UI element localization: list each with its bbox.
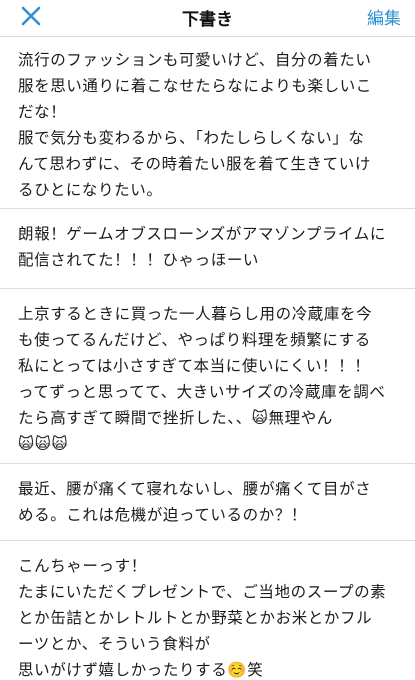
draft-item[interactable]: 上京するときに買った一人暮らし用の冷蔵庫を今 も使ってるんだけど、やっぱり料理を… [0,289,415,464]
drafts-screen: 下書き 編集 流行のファッションも可愛いけど、自分の着たい 服を思い通りに着こな… [0,0,415,680]
edit-button[interactable]: 編集 [367,4,401,29]
draft-item[interactable]: 最近、腰が痛くて寝れないし、腰が痛くて目がさ める。これは危機が迫っているのか？… [0,464,415,541]
navigation-bar: 下書き 編集 [0,0,415,37]
draft-item[interactable]: 朗報！ゲームオブスローンズがアマゾンプライムに 配信されてた！！！ひゃっほーい [0,209,415,289]
draft-item[interactable]: 流行のファッションも可愛いけど、自分の着たい 服を思い通りに着こなせたらなにより… [0,37,415,209]
drafts-list: 流行のファッションも可愛いけど、自分の着たい 服を思い通りに着こなせたらなにより… [0,37,415,680]
draft-item[interactable]: こんちゃーっす！ たまにいただくプレゼントで、ご当地のスープの素 とか缶詰とかレ… [0,541,415,680]
close-icon[interactable] [18,3,44,29]
page-title: 下書き [182,10,233,30]
